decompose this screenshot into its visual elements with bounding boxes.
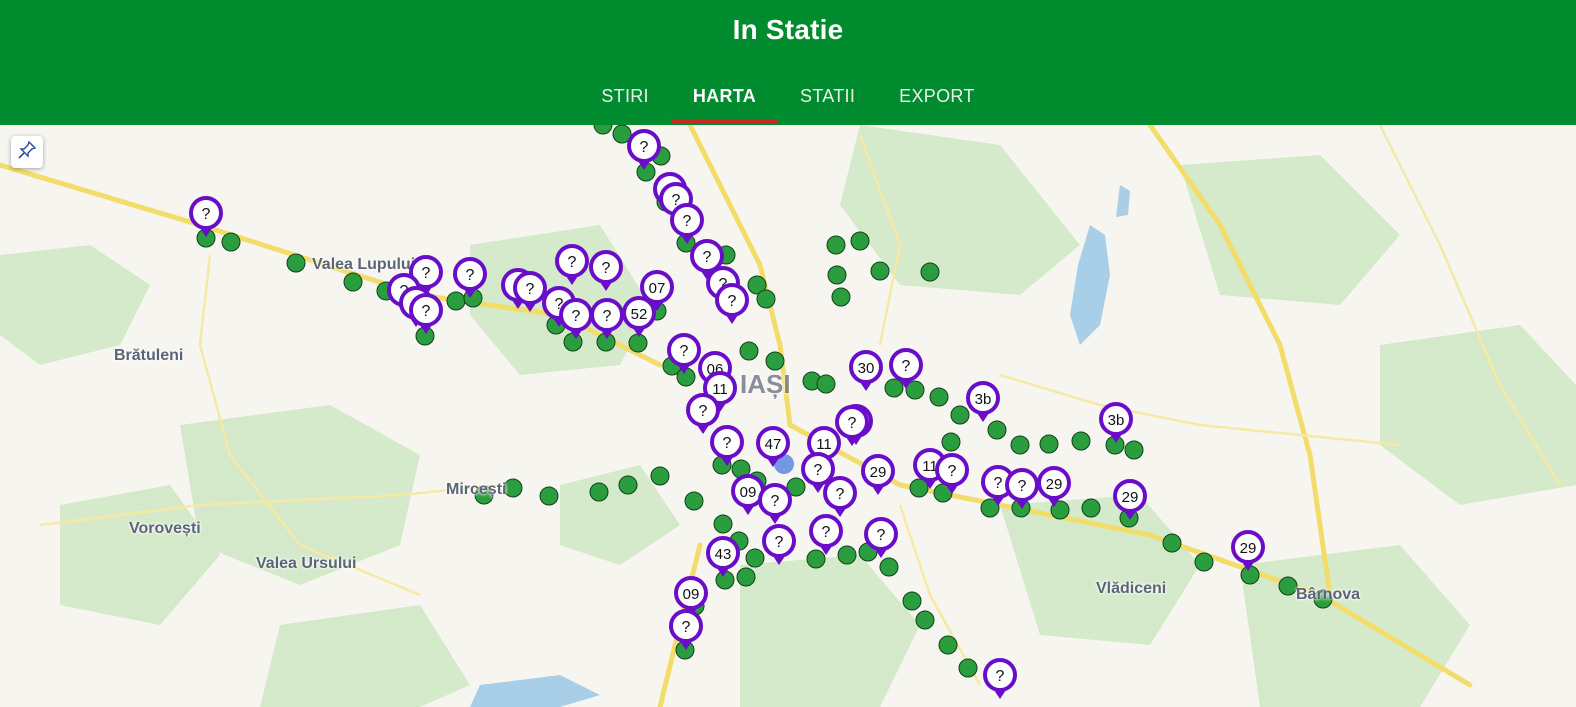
bus-marker[interactable]: ? bbox=[453, 257, 487, 298]
bus-marker[interactable]: ? bbox=[715, 283, 749, 324]
bus-marker-label: ? bbox=[602, 260, 611, 277]
bus-marker-label: 3b bbox=[1108, 412, 1125, 429]
tab-bar: STIRI HARTA STATII EXPORT bbox=[0, 76, 1576, 125]
bus-marker-label: ? bbox=[994, 475, 1003, 492]
bus-marker[interactable]: 30 bbox=[849, 350, 883, 391]
bus-marker[interactable]: 47 bbox=[756, 426, 790, 467]
bus-marker-label: ? bbox=[822, 524, 831, 541]
bus-marker[interactable]: ? bbox=[809, 514, 843, 555]
bus-marker-label: ? bbox=[877, 527, 886, 544]
bus-marker[interactable]: ? bbox=[686, 393, 720, 434]
tab-export[interactable]: EXPORT bbox=[877, 76, 997, 125]
bus-marker[interactable]: ? bbox=[555, 244, 589, 285]
bus-marker-label: 52 bbox=[631, 306, 648, 323]
bus-marker[interactable]: ? bbox=[823, 476, 857, 517]
bus-marker[interactable]: ? bbox=[409, 293, 443, 334]
tab-stiri[interactable]: STIRI bbox=[579, 76, 671, 125]
bus-marker[interactable]: ? bbox=[983, 658, 1017, 699]
bus-marker[interactable]: ? bbox=[590, 298, 624, 339]
bus-marker-label: ? bbox=[572, 308, 581, 325]
bus-marker-label: 11 bbox=[816, 436, 832, 453]
bus-marker-label: ? bbox=[680, 343, 689, 360]
pin-location-button[interactable] bbox=[11, 136, 43, 168]
bus-marker-label: 29 bbox=[1046, 476, 1063, 493]
bus-marker-label: ? bbox=[775, 534, 784, 551]
bus-marker-label: ? bbox=[848, 415, 857, 432]
active-tab-indicator bbox=[670, 119, 779, 123]
bus-marker-label: ? bbox=[703, 249, 712, 266]
bus-marker[interactable]: ? bbox=[589, 250, 623, 291]
bus-marker-label: ? bbox=[526, 281, 535, 298]
bus-marker[interactable]: 43 bbox=[706, 536, 740, 577]
tab-label: EXPORT bbox=[899, 86, 975, 106]
bus-marker[interactable]: ? bbox=[864, 517, 898, 558]
bus-marker[interactable]: 3b bbox=[1099, 402, 1133, 443]
bus-marker-layer: ?????????0752??????????0611??4711?2911??… bbox=[189, 129, 1265, 699]
tab-label: HARTA bbox=[692, 86, 757, 106]
bus-marker[interactable]: 09 bbox=[731, 474, 765, 515]
bus-marker[interactable]: 29 bbox=[1231, 530, 1265, 571]
bus-marker[interactable]: ? bbox=[559, 298, 593, 339]
bus-marker-label: ? bbox=[682, 619, 691, 636]
bus-marker-label: ? bbox=[568, 254, 577, 271]
bus-marker-label: ? bbox=[771, 493, 780, 510]
bus-marker-label: 29 bbox=[1240, 540, 1257, 557]
bus-marker[interactable]: 29 bbox=[1113, 479, 1147, 520]
bus-marker[interactable]: 3b bbox=[966, 381, 1000, 422]
tab-harta[interactable]: HARTA bbox=[670, 76, 779, 125]
bus-marker-label: ? bbox=[902, 358, 911, 375]
bus-marker-label: 07 bbox=[649, 280, 666, 297]
bus-marker-label: ? bbox=[699, 403, 708, 420]
bus-marker[interactable]: ? bbox=[935, 453, 969, 494]
bus-marker-label: ? bbox=[996, 668, 1005, 685]
bus-marker[interactable]: ? bbox=[667, 333, 701, 374]
bus-marker-label: 47 bbox=[765, 436, 782, 453]
bus-marker[interactable]: ? bbox=[1005, 468, 1039, 509]
bus-marker-label: 29 bbox=[1122, 489, 1139, 506]
bus-marker-label: ? bbox=[683, 213, 692, 230]
bus-marker-label: ? bbox=[836, 486, 845, 503]
pushpin-icon bbox=[17, 140, 37, 165]
bus-marker[interactable]: 29 bbox=[1037, 466, 1071, 507]
bus-marker-label: 29 bbox=[870, 464, 887, 481]
bus-marker-label: ? bbox=[466, 267, 475, 284]
bus-marker-label: 43 bbox=[715, 546, 732, 563]
bus-marker[interactable]: ? bbox=[835, 405, 869, 446]
bus-marker[interactable]: ? bbox=[762, 524, 796, 565]
bus-marker[interactable]: 29 bbox=[861, 454, 895, 495]
bus-marker-label: ? bbox=[948, 463, 957, 480]
tab-label: STIRI bbox=[601, 86, 649, 106]
bus-marker-label: ? bbox=[728, 293, 737, 310]
tab-label: STATII bbox=[800, 86, 856, 106]
bus-marker[interactable]: ? bbox=[669, 609, 703, 650]
bus-marker-label: ? bbox=[422, 265, 431, 282]
bus-marker-label: 30 bbox=[858, 360, 875, 377]
bus-marker[interactable]: ? bbox=[710, 425, 744, 466]
app-title: In Statie bbox=[732, 14, 844, 45]
bus-marker-label: ? bbox=[1018, 478, 1027, 495]
tab-statii[interactable]: STATII bbox=[778, 76, 877, 125]
bus-marker-label: 11 bbox=[712, 381, 728, 398]
bus-marker-label: ? bbox=[422, 303, 431, 320]
bus-marker[interactable]: ? bbox=[627, 129, 661, 170]
map-view[interactable]: Valea Lupului Brătuleni IAȘI Mircești Vo… bbox=[0, 125, 1576, 707]
bus-marker-label: ? bbox=[202, 206, 211, 223]
bus-marker[interactable]: ? bbox=[889, 348, 923, 389]
bus-marker[interactable]: ? bbox=[670, 203, 704, 244]
bus-marker[interactable]: ? bbox=[189, 196, 223, 237]
bus-marker-label: ? bbox=[603, 308, 612, 325]
bus-marker-label: 3b bbox=[975, 391, 992, 408]
bus-marker[interactable]: 52 bbox=[622, 296, 656, 337]
app-bar: In Statie STIRI HARTA STATII EXPORT bbox=[0, 0, 1576, 125]
bus-marker-label: ? bbox=[723, 435, 732, 452]
bus-marker[interactable]: ? bbox=[758, 483, 792, 524]
bus-marker-label: 09 bbox=[740, 484, 757, 501]
bus-marker-label: 09 bbox=[683, 586, 700, 603]
bus-marker-label: ? bbox=[814, 462, 823, 479]
bus-marker-label: ? bbox=[640, 139, 649, 156]
